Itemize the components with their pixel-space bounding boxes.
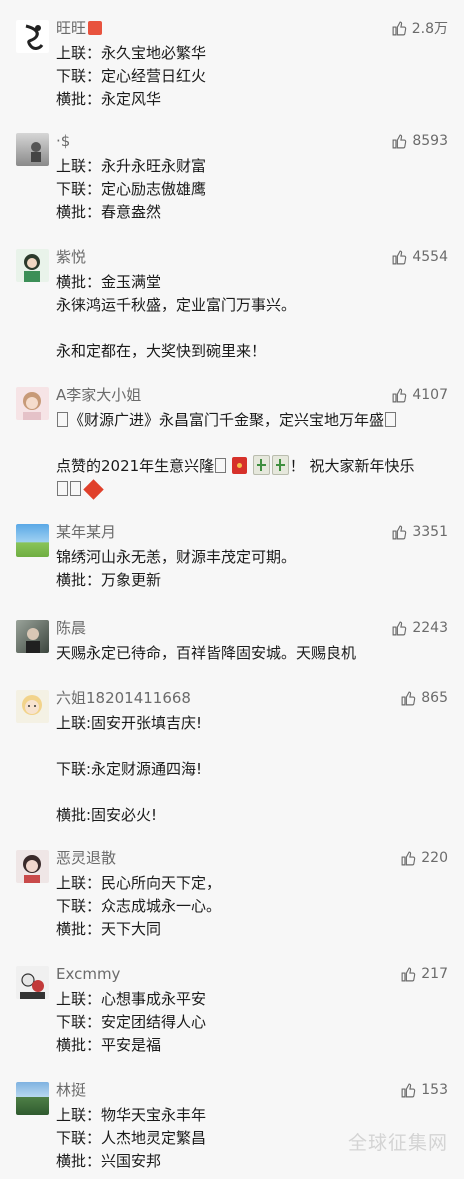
comment-line: 横批：平安是福 (56, 1036, 162, 1054)
comment-line: 横批:固安必火! (56, 806, 158, 824)
comment-line: 横批：金玉满堂 (56, 273, 162, 291)
comment-line: 上联:固安开张填吉庆! (56, 714, 203, 732)
missing-glyph-icon (215, 458, 227, 473)
like-count: 3351 (412, 524, 448, 540)
mahjong-fa-icon (252, 455, 270, 475)
thumbs-up-icon (401, 691, 416, 705)
like-button[interactable]: 220 (400, 848, 448, 868)
like-button[interactable]: 3351 (391, 522, 448, 542)
comment-line: 永徕鸿运千秋盛，定业富门万事兴。 (56, 296, 297, 314)
thumbs-up-icon (401, 851, 416, 865)
comment-line: 上联：永久宝地必繁华 (56, 44, 207, 62)
comment-line: 下联：安定团结得人心 (56, 1013, 207, 1031)
mahjong-fa-icon (271, 455, 289, 475)
thumbs-up-icon (392, 21, 406, 35)
avatar[interactable] (16, 387, 49, 420)
fu-blessing-icon (83, 479, 104, 500)
comment-line: 下联：定心经营日红火 (56, 67, 207, 85)
like-count: 220 (421, 850, 448, 866)
comment-line: 点赞的2021年生意兴隆 ！ 祝大家新年快乐 (56, 455, 415, 475)
commenter-name[interactable]: ·$ (56, 131, 70, 151)
commenter-name[interactable]: 紫悦 (56, 247, 86, 267)
like-count: 217 (421, 966, 448, 982)
like-button[interactable]: 4554 (391, 247, 448, 267)
avatar[interactable] (16, 524, 49, 557)
commenter-name[interactable]: 某年某月 (56, 522, 116, 542)
commenter-name[interactable]: A李家大小姐 (56, 385, 141, 405)
commenter-name[interactable]: 恶灵退散 (56, 848, 116, 868)
thumbs-up-icon (392, 134, 407, 148)
comment-line: 上联：物华天宝永丰年 (56, 1106, 207, 1124)
commenter-name[interactable]: 六姐18201411668 (56, 688, 191, 708)
thumbs-up-icon (401, 1083, 416, 1097)
comment-line: 横批：万象更新 (56, 571, 162, 589)
like-button[interactable]: 865 (400, 688, 448, 708)
thumbs-up-icon (392, 388, 407, 402)
avatar[interactable] (16, 620, 49, 653)
comment-line: 永和定都在，大奖快到碗里来！ (56, 342, 267, 360)
comment-line: 横批：春意盎然 (56, 203, 162, 221)
comment-line: 下联:永定财源通四海! (56, 760, 203, 778)
like-count: 4554 (412, 249, 448, 265)
comment-line: 横批：永定风华 (56, 90, 162, 108)
missing-glyph-icon (70, 481, 81, 496)
like-count: 2.8万 (411, 21, 448, 37)
missing-glyph-icon (57, 481, 68, 496)
avatar[interactable] (16, 966, 49, 999)
like-count: 153 (421, 1082, 448, 1098)
like-count: 8593 (412, 133, 448, 149)
commenter-name[interactable]: 旺旺 (56, 18, 103, 38)
like-button[interactable]: 2243 (391, 618, 448, 638)
comment-line: 下联：定心励志傲雄鹰 (56, 180, 207, 198)
comment-line: 上联：心想事成永平安 (56, 990, 207, 1008)
missing-glyph-icon (385, 412, 397, 427)
comment-line: 上联：民心所向天下定， (56, 874, 222, 892)
comment-line: 下联：众志成城永一心。 (56, 897, 222, 915)
commenter-name[interactable]: 林挺 (56, 1080, 86, 1100)
missing-glyph-icon (57, 412, 68, 427)
like-button[interactable]: 8593 (391, 131, 448, 151)
comment-line (56, 478, 451, 501)
comment-line: 《财源广进》永昌富门千金聚，定兴宝地万年盛 (56, 409, 451, 432)
fire-emoji-icon (88, 21, 103, 35)
comment-line: 横批：天下大同 (56, 920, 162, 938)
comment-line: 上联：永升永旺永财富 (56, 157, 207, 175)
like-button[interactable]: 217 (400, 964, 448, 984)
like-count: 2243 (412, 620, 448, 636)
like-count: 4107 (412, 387, 448, 403)
comment-line: 天赐永定已待命，百祥皆降固安城。天赐良机 (56, 644, 357, 662)
avatar[interactable] (16, 850, 49, 883)
thumbs-up-icon (392, 621, 407, 635)
thumbs-up-icon (392, 250, 407, 264)
avatar[interactable] (16, 1082, 49, 1115)
watermark: 全球征集网 (347, 1132, 448, 1154)
like-button[interactable]: 153 (400, 1080, 448, 1100)
thumbs-up-icon (401, 967, 416, 981)
commenter-name[interactable]: 陈晨 (56, 618, 86, 638)
like-count: 865 (421, 690, 448, 706)
thumbs-up-icon (392, 525, 407, 539)
avatar[interactable] (16, 249, 49, 282)
avatar[interactable] (16, 133, 49, 166)
like-button[interactable]: 4107 (391, 385, 448, 405)
avatar[interactable] (16, 20, 49, 53)
comment-line: 锦绣河山永无恙，财源丰茂定可期。 (56, 548, 297, 566)
like-button[interactable]: 2.8万 (391, 18, 448, 38)
red-envelope-icon (231, 457, 247, 474)
commenter-name[interactable]: Excmmy (56, 964, 120, 984)
avatar[interactable] (16, 690, 49, 723)
